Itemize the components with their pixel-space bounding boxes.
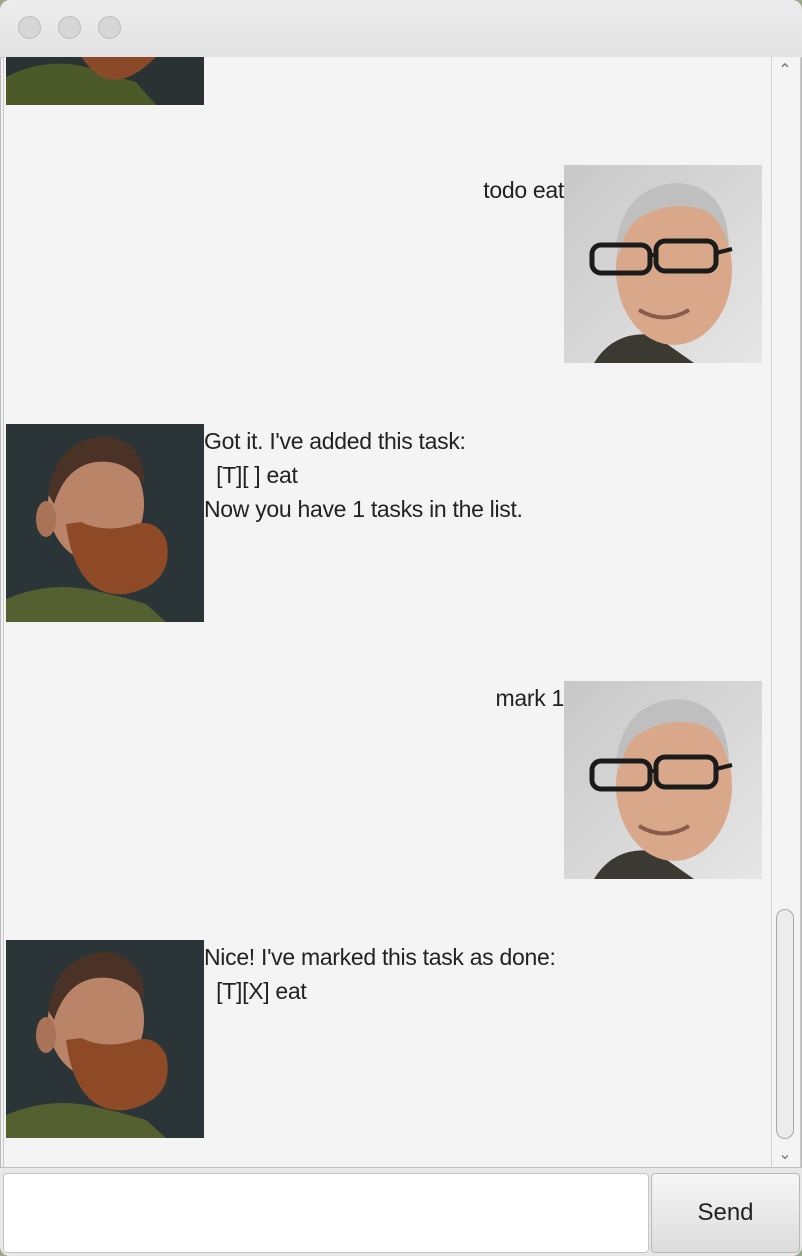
- user-input-field[interactable]: [3, 1173, 649, 1253]
- scroll-up-arrow-icon[interactable]: ⌃: [772, 59, 798, 81]
- bot-message-text: Got it. I've added this task: [T][ ] eat…: [204, 428, 523, 522]
- user-avatar: [564, 681, 762, 879]
- title-bar: [0, 0, 802, 58]
- bot-avatar: [6, 940, 204, 1138]
- send-button[interactable]: Send: [651, 1173, 800, 1253]
- scrollbar-thumb[interactable]: [776, 909, 794, 1139]
- user-message-text: todo eat: [483, 177, 564, 203]
- bot-avatar: [6, 424, 204, 622]
- maximize-window-button[interactable]: [98, 16, 121, 39]
- dialog-box-bot: Got it. I've added this task: [T][ ] eat…: [4, 424, 772, 622]
- dialog-box-bot: Nice! I've marked this task as done: [T]…: [4, 940, 772, 1138]
- vertical-scrollbar[interactable]: ⌃ ⌄: [771, 57, 798, 1167]
- user-avatar: [564, 165, 762, 363]
- app-window: todo eat Got it. I've added this task: […: [0, 0, 802, 1256]
- dialog-scroll-pane[interactable]: todo eat Got it. I've added this task: […: [3, 57, 801, 1167]
- scroll-down-arrow-icon[interactable]: ⌄: [772, 1143, 798, 1165]
- dialog-box-bot: [4, 57, 772, 105]
- input-bar: Send: [0, 1167, 802, 1256]
- dialog-box-user: todo eat: [4, 165, 772, 363]
- user-message-text: mark 1: [495, 685, 565, 711]
- bot-message-text: Nice! I've marked this task as done: [T]…: [204, 944, 556, 1004]
- close-window-button[interactable]: [18, 16, 41, 39]
- bot-avatar: [6, 57, 204, 105]
- dialog-box-user: mark 1: [4, 681, 772, 879]
- minimize-window-button[interactable]: [58, 16, 81, 39]
